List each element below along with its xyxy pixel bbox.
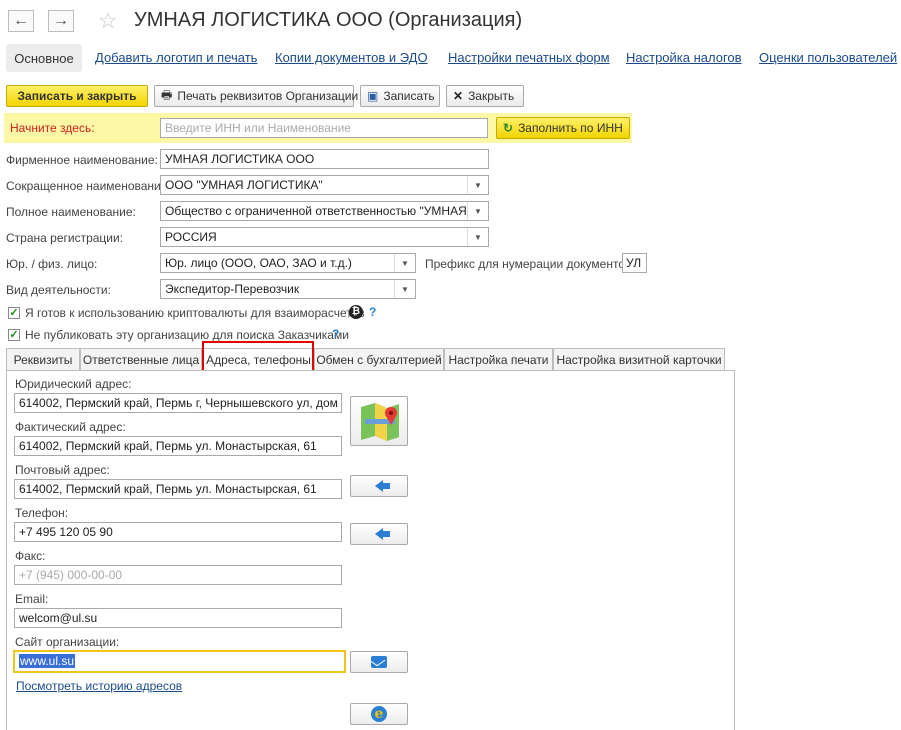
fax-field[interactable]: +7 (945) 000-00-00 (14, 565, 342, 585)
arrow-left-icon (375, 480, 390, 492)
prefix-field[interactable]: УЛ (622, 253, 647, 273)
tab-responsible[interactable]: Ответственные лица (80, 348, 202, 370)
map-button[interactable] (350, 396, 408, 446)
site-field[interactable]: www.ul.su (13, 650, 346, 673)
close-icon: ✕ (453, 89, 464, 103)
print-requisites-button[interactable]: 🖶 Печать реквизитов Организации (154, 85, 358, 107)
short-name-label: Сокращенное наименование: (6, 179, 171, 193)
person-type-select[interactable]: Юр. лицо (ООО, ОАО, ЗАО и т.д.) ▼ (160, 253, 416, 273)
fill-by-inn-label: Заполнить по ИНН (518, 121, 623, 135)
arrow-right-icon: → (53, 12, 69, 29)
actual-address-label: Фактический адрес: (15, 420, 126, 434)
copy-address-button[interactable] (350, 475, 408, 497)
arrow-left-icon (375, 528, 390, 540)
activity-label: Вид деятельности: (6, 283, 111, 297)
send-email-button[interactable] (350, 651, 408, 673)
postal-address-label: Почтовый адрес: (15, 463, 110, 477)
tab-accounting-exchange[interactable]: Обмен с бухгалтерией (314, 348, 444, 370)
map-icon (361, 403, 399, 441)
fill-by-inn-button[interactable]: ↻ Заполнить по ИНН (496, 117, 630, 139)
site-label: Сайт организации: (15, 635, 120, 649)
link-add-logo[interactable]: Добавить логотип и печать (95, 50, 257, 65)
print-requisites-label: Печать реквизитов Организации (177, 89, 359, 103)
crypto-label: Я готов к использованию криптовалюты для… (25, 306, 365, 320)
save-and-close-button[interactable]: Записать и закрыть (6, 85, 148, 107)
email-field[interactable]: welcom@ul.su (14, 608, 342, 628)
country-label: Страна регистрации: (6, 231, 124, 245)
link-tax-settings[interactable]: Настройка налогов (626, 50, 742, 65)
help-icon[interactable]: ? (369, 305, 376, 319)
save-label: Записать (383, 89, 435, 103)
favorite-star-icon[interactable]: ☆ (98, 8, 118, 34)
chevron-down-icon[interactable]: ▼ (467, 176, 488, 194)
help-icon[interactable]: ? (332, 327, 339, 341)
refresh-icon: ↻ (503, 121, 514, 135)
bitcoin-icon: ₿ (349, 305, 363, 319)
prefix-label: Префикс для нумерации документов : (425, 257, 639, 271)
phone-field[interactable]: +7 495 120 05 90 (14, 522, 342, 542)
close-button[interactable]: ✕ Закрыть (446, 85, 524, 107)
tab-requisites[interactable]: Реквизиты (6, 348, 80, 370)
browser-icon: e (371, 706, 387, 722)
fax-label: Факс: (15, 549, 46, 563)
link-user-ratings[interactable]: Оценки пользователей (759, 50, 897, 65)
forward-button[interactable]: → (48, 10, 74, 32)
save-button[interactable]: ▣ Записать (360, 85, 440, 107)
back-button[interactable]: ← (8, 10, 34, 32)
no-publish-label: Не публиковать эту организацию для поиск… (25, 328, 349, 342)
open-site-button[interactable]: e (350, 703, 408, 725)
chevron-down-icon[interactable]: ▼ (394, 254, 415, 272)
chevron-down-icon[interactable]: ▼ (467, 202, 488, 220)
short-name-field[interactable]: ООО "УМНАЯ ЛОГИСТИКА" ▼ (160, 175, 489, 195)
arrow-left-icon: ← (13, 12, 29, 29)
person-type-label: Юр. / физ. лицо: (6, 257, 98, 271)
actual-address-field[interactable]: 614002, Пермский край, Пермь ул. Монасты… (14, 436, 342, 456)
firm-name-label: Фирменное наименование: (6, 153, 158, 167)
crypto-checkbox[interactable]: ✓ (8, 307, 20, 319)
chevron-down-icon[interactable]: ▼ (394, 280, 415, 298)
tab-main[interactable]: Основное (6, 44, 82, 72)
address-history-link[interactable]: Посмотреть историю адресов (16, 679, 182, 693)
tab-business-card[interactable]: Настройка визитной карточки (553, 348, 725, 370)
copy-phone-button[interactable] (350, 523, 408, 545)
printer-icon: 🖶 (161, 87, 173, 102)
legal-address-field[interactable]: 614002, Пермский край, Пермь г, Чернышев… (14, 393, 342, 413)
chevron-down-icon[interactable]: ▼ (467, 228, 488, 246)
no-publish-checkbox[interactable]: ✓ (8, 329, 20, 341)
tab-print-settings[interactable]: Настройка печати (444, 348, 553, 370)
full-name-field[interactable]: Общество с ограниченной ответственностью… (160, 201, 489, 221)
page-title: УМНАЯ ЛОГИСТИКА ООО (Организация) (134, 9, 523, 31)
link-doc-copies[interactable]: Копии документов и ЭДО (275, 50, 428, 65)
phone-label: Телефон: (15, 506, 69, 520)
legal-address-label: Юридический адрес: (15, 377, 132, 391)
country-field[interactable]: РОССИЯ ▼ (160, 227, 489, 247)
floppy-icon: ▣ (367, 89, 379, 103)
email-label: Email: (15, 592, 49, 606)
firm-name-field[interactable]: УМНАЯ ЛОГИСТИКА ООО (160, 149, 489, 169)
postal-address-field[interactable]: 614002, Пермский край, Пермь ул. Монасты… (14, 479, 342, 499)
full-name-label: Полное наименование: (6, 205, 136, 219)
quick-fill-label: Начните здесь: (10, 121, 95, 135)
envelope-icon (371, 656, 387, 668)
activity-select[interactable]: Экспедитор-Перевозчик ▼ (160, 279, 416, 299)
link-print-settings[interactable]: Настройки печатных форм (448, 50, 610, 65)
close-label: Закрыть (468, 89, 515, 103)
inn-search-input[interactable]: Введите ИНН или Наименование (160, 118, 488, 138)
